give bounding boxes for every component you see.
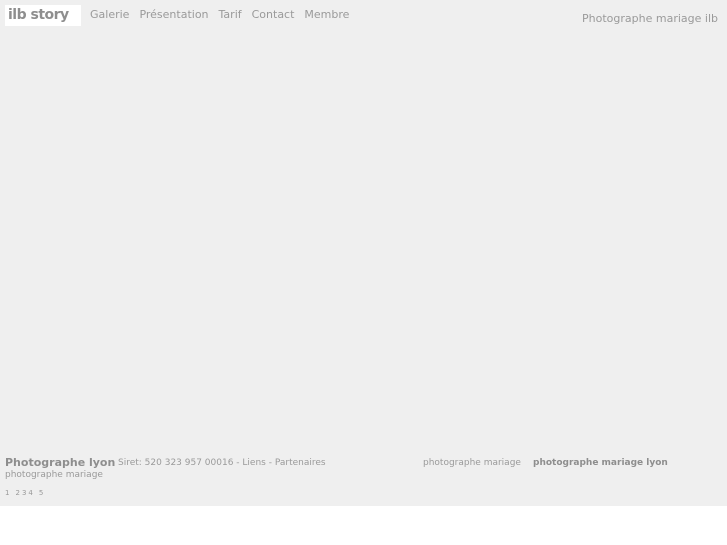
page-link-1[interactable]: 1 bbox=[5, 489, 9, 498]
photographe-mariage-lyon-link[interactable]: photographe mariage lyon bbox=[533, 458, 668, 468]
page: ilb story Galerie Présentation Tarif Con… bbox=[0, 0, 727, 506]
liens-link[interactable]: Liens bbox=[242, 458, 265, 468]
page-link-2[interactable]: 2 bbox=[15, 489, 19, 498]
nav-tarif[interactable]: Tarif bbox=[219, 8, 242, 22]
partenaires-link[interactable]: Partenaires bbox=[275, 458, 326, 468]
page-link-5[interactable]: 5 bbox=[39, 489, 43, 498]
page-link-3[interactable]: 3 bbox=[22, 489, 26, 498]
photographe-mariage-link[interactable]: photographe mariage bbox=[423, 458, 521, 468]
pagination: 1 2 3 4 5 bbox=[5, 489, 43, 498]
nav-membre[interactable]: Membre bbox=[304, 8, 349, 22]
header-tagline: Photographe mariage ilb bbox=[582, 12, 718, 25]
separator: - bbox=[265, 458, 275, 468]
footer-title: Photographe lyon bbox=[5, 456, 116, 469]
footer-subtitle: photographe mariage bbox=[5, 470, 103, 480]
main-nav: Galerie Présentation Tarif Contact Membr… bbox=[90, 8, 349, 22]
site-logo[interactable]: ilb story bbox=[5, 5, 81, 26]
siret-text: Siret: 520 323 957 00016 bbox=[118, 458, 234, 468]
logo-text: ilb story bbox=[8, 7, 69, 23]
nav-contact[interactable]: Contact bbox=[252, 8, 295, 22]
footer-siret-line: Siret: 520 323 957 00016 - Liens - Parte… bbox=[118, 458, 326, 468]
nav-galerie[interactable]: Galerie bbox=[90, 8, 129, 22]
nav-presentation[interactable]: Présentation bbox=[139, 8, 208, 22]
page-link-4[interactable]: 4 bbox=[28, 489, 32, 498]
